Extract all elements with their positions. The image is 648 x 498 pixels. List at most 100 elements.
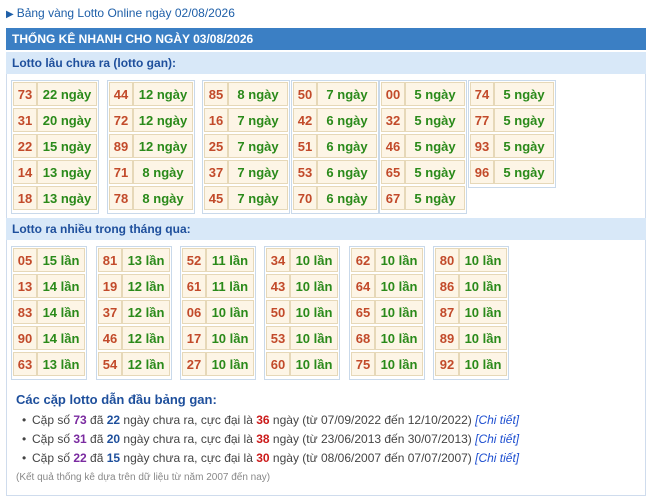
frequent-number: 05 [13,248,37,272]
frequent-number: 86 [435,274,459,298]
pairs-heading: Các cặp lotto dẫn đầu bảng gan: [16,392,217,407]
pair-days: 22 [106,413,121,427]
gan-count: 5 ngày [405,134,465,158]
frequent-count: 10 lần [459,352,507,376]
frequent-count: 10 lần [375,326,423,350]
frequent-number: 68 [351,326,375,350]
gan-number: 93 [470,134,494,158]
gan-count: 7 ngày [228,134,288,158]
gan-number: 71 [109,160,133,184]
gan-number: 00 [381,82,405,106]
gan-number: 32 [381,108,405,132]
pair-prefix: Cặp số [32,451,74,465]
frequent-count: 10 lần [290,248,338,272]
pair-range: ngày (từ 08/06/2007 đến 07/07/2007) [269,451,476,465]
pair-max: 36 [256,413,270,427]
gan-number: 25 [204,134,228,158]
page-title: THỐNG KÊ NHANH CHO NGÀY 03/08/2026 [6,28,646,50]
frequent-number: 61 [182,274,206,298]
frequent-count: 12 lần [122,300,170,324]
pair-prefix: Cặp số [32,413,74,427]
gan-count: 6 ngày [317,186,377,210]
triangle-right-icon: ▶ [6,9,14,20]
pair-range: ngày (từ 23/06/2013 đến 30/07/2013) [269,432,476,446]
gan-number: 14 [13,160,37,184]
frequent-number: 80 [435,248,459,272]
pair-days: 15 [106,451,121,465]
frequent-number: 89 [435,326,459,350]
frequent-number: 87 [435,300,459,324]
frequent-number: 65 [351,300,375,324]
gan-count: 22 ngày [37,82,97,106]
gan-count: 5 ngày [405,186,465,210]
gan-count: 12 ngày [133,82,193,106]
gan-number: 70 [293,186,317,210]
frequent-number: 75 [351,352,375,376]
bang-vang-link-text[interactable]: Bảng vàng Lotto Online ngày 02/08/2026 [17,6,235,20]
frequent-count: 14 lần [37,300,85,324]
gan-count: 5 ngày [494,82,554,106]
frequent-count: 12 lần [122,326,170,350]
gan-number: 53 [293,160,317,184]
frequent-number: 81 [98,248,122,272]
gan-count: 12 ngày [133,108,193,132]
gan-count: 6 ngày [317,160,377,184]
frequent-count: 10 lần [459,300,507,324]
frequent-count: 13 lần [37,352,85,376]
gan-heading: Lotto lâu chưa ra (lotto gan): [6,52,646,74]
gan-count: 5 ngày [494,160,554,184]
gan-number: 42 [293,108,317,132]
frequent-number: 54 [98,352,122,376]
detail-link[interactable]: [Chi tiết] [475,413,519,427]
gan-number: 77 [470,108,494,132]
gan-count: 5 ngày [405,160,465,184]
gan-number: 85 [204,82,228,106]
frequent-count: 10 lần [290,352,338,376]
frequent-number: 90 [13,326,37,350]
frequent-count: 15 lần [37,248,85,272]
gan-number: 31 [13,108,37,132]
gan-number: 16 [204,108,228,132]
gan-count: 13 ngày [37,160,97,184]
detail-link[interactable]: [Chi tiết] [475,432,519,446]
gan-number: 22 [13,134,37,158]
gan-number: 18 [13,186,37,210]
pair-prefix: Cặp số [32,432,74,446]
bang-vang-link[interactable]: ▶ Bảng vàng Lotto Online ngày 02/08/2026 [6,5,235,23]
frequent-count: 10 lần [375,248,423,272]
pair-text: ngày chưa ra, cực đại là [120,413,257,427]
pair-max: 38 [256,432,270,446]
frequent-count: 10 lần [206,300,254,324]
detail-link[interactable]: [Chi tiết] [475,451,519,465]
pair-item: Cặp số 22 đã 15 ngày chưa ra, cực đại là… [22,449,636,468]
frequent-count: 10 lần [290,300,338,324]
frequent-number: 52 [182,248,206,272]
frequent-number: 37 [98,300,122,324]
gan-count: 6 ngày [317,134,377,158]
gan-number: 51 [293,134,317,158]
gan-number: 96 [470,160,494,184]
gan-count: 5 ngày [405,108,465,132]
frequent-number: 17 [182,326,206,350]
frequent-count: 12 lần [122,274,170,298]
frequent-count: 12 lần [122,352,170,376]
pair-text: đã [86,451,107,465]
frequent-number: 43 [266,274,290,298]
pairs-section: Các cặp lotto dẫn đầu bảng gan: Cặp số 7… [16,391,636,468]
gan-number: 46 [381,134,405,158]
gan-count: 5 ngày [405,82,465,106]
gan-number: 74 [470,82,494,106]
gan-number: 45 [204,186,228,210]
pair-text: đã [86,413,107,427]
frequent-count: 10 lần [459,326,507,350]
frequent-count: 10 lần [290,326,338,350]
frequent-number: 83 [13,300,37,324]
gan-number: 73 [13,82,37,106]
pair-item: Cặp số 73 đã 22 ngày chưa ra, cực đại là… [22,411,636,430]
frequent-number: 63 [13,352,37,376]
pair-item: Cặp số 31 đã 20 ngày chưa ra, cực đại là… [22,430,636,449]
gan-number: 72 [109,108,133,132]
frequent-count: 10 lần [375,274,423,298]
gan-number: 65 [381,160,405,184]
gan-count: 8 ngày [228,82,288,106]
